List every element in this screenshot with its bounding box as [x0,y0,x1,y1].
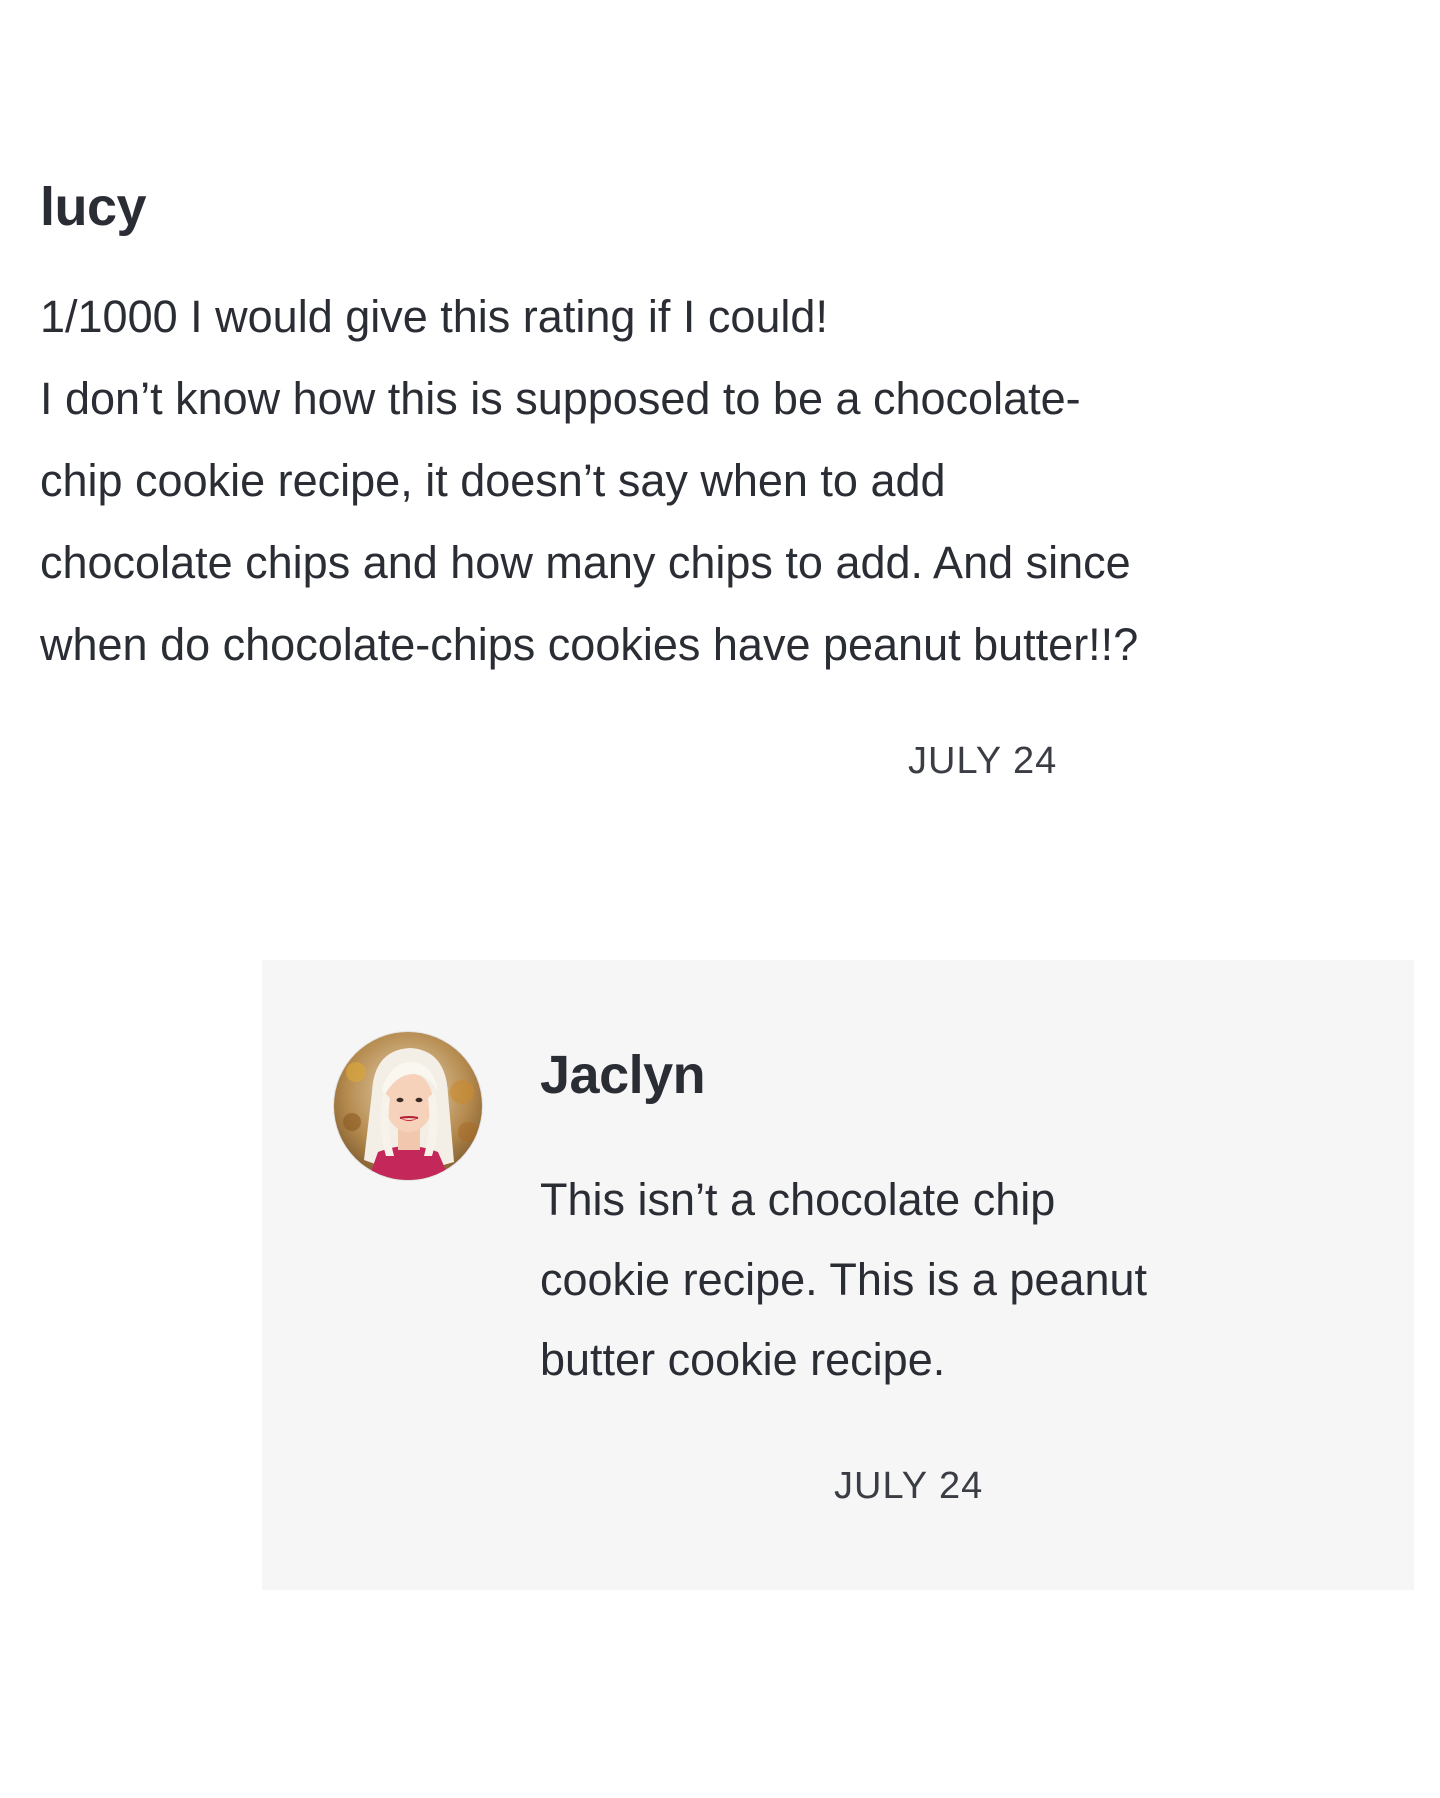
reply: Jaclyn This isn’t a chocolate chip cooki… [262,960,1414,1590]
reply-text-line: This isn’t a chocolate chip [540,1174,1056,1225]
reply-author: Jaclyn [540,1045,706,1105]
reply-text: This isn’t a chocolate chip cookie recip… [540,1160,1340,1400]
comment: lucy 1/1000 I would give this rating if … [40,177,1410,782]
comment-text-line: when do chocolate-chips cookies have pea… [40,619,1139,670]
reply-text-line: butter cookie recipe. [540,1334,946,1385]
comment-text-line: 1/1000 I would give this rating if I cou… [40,291,828,342]
comment-date: JULY 24 [908,740,1058,782]
comment-text: 1/1000 I would give this rating if I cou… [40,276,1410,686]
reply-date: JULY 24 [834,1465,984,1507]
reply-text-line: cookie recipe. This is a peanut [540,1254,1148,1305]
comment-text-line: chocolate chips and how many chips to ad… [40,537,1131,588]
user-avatar-photo-icon [334,1032,482,1180]
comment-text-line: chip cookie recipe, it doesn’t say when … [40,455,946,506]
comment-author: lucy [40,177,147,237]
comment-text-line: I don’t know how this is supposed to be … [40,373,1081,424]
